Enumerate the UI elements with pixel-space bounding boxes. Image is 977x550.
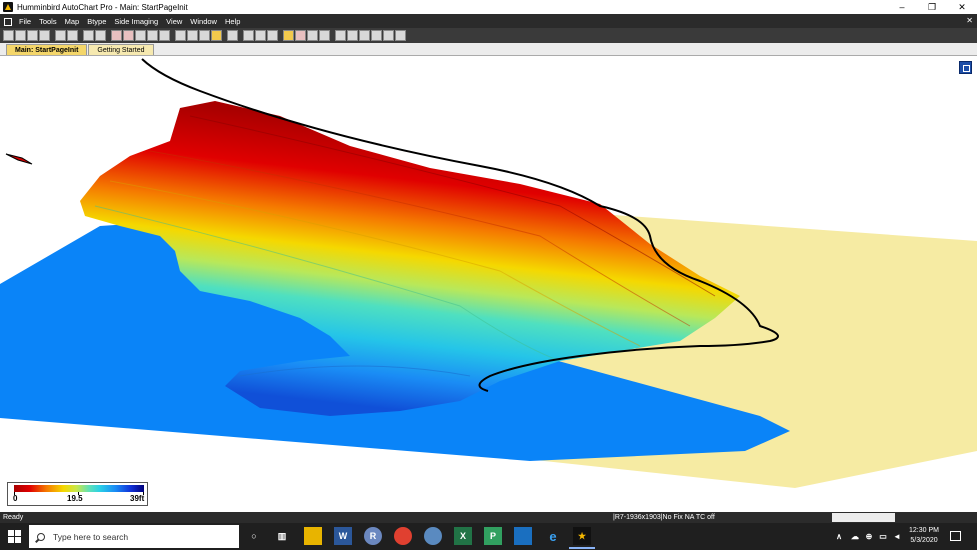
legend-max-label: 39ft	[130, 494, 145, 503]
track2-icon[interactable]	[123, 30, 134, 41]
menu-file[interactable]: File	[15, 17, 35, 26]
edge-icon[interactable]: e	[544, 527, 562, 545]
circle2-icon[interactable]	[187, 30, 198, 41]
eraser-icon[interactable]	[395, 30, 406, 41]
tab-getting-started[interactable]: Getting Started	[88, 44, 154, 55]
tab-main-startpageinit[interactable]: Main: StartPageInit	[6, 44, 88, 55]
depth-surface-render[interactable]	[0, 56, 977, 512]
search-text: Type here to search	[53, 531, 129, 542]
taskbar-search-box[interactable]: Type here to search	[29, 525, 239, 548]
status-progress-bar	[832, 513, 895, 522]
grid-icon[interactable]	[335, 30, 346, 41]
boat-icon[interactable]	[359, 30, 370, 41]
toolbar	[0, 28, 977, 43]
project-icon[interactable]: P	[484, 527, 502, 545]
house-icon[interactable]	[347, 30, 358, 41]
map-3d-view[interactable]: 0 19.5 39ft	[0, 56, 977, 512]
doc-icon[interactable]	[227, 30, 238, 41]
zoom-in-icon[interactable]	[55, 30, 66, 41]
document-close-icon[interactable]: ✕	[966, 16, 973, 25]
system-menu-icon[interactable]	[3, 17, 12, 26]
legend-mid-label: 19.5	[67, 494, 83, 503]
layers2-icon[interactable]	[383, 30, 394, 41]
menu-map[interactable]: Map	[61, 17, 84, 26]
boat-marker-icon[interactable]	[5, 153, 33, 165]
task-view-icon[interactable]: ▥	[273, 527, 291, 545]
window-title: Humminbird AutoChart Pro - Main: StartPa…	[17, 2, 188, 12]
menu-bar: File Tools Map Btype Side Imaging View W…	[0, 14, 977, 28]
r-icon[interactable]: R	[364, 527, 382, 545]
marker-icon[interactable]	[307, 30, 318, 41]
print-icon[interactable]	[39, 30, 50, 41]
photos-icon[interactable]	[514, 527, 532, 545]
title-bar: Humminbird AutoChart Pro - Main: StartPa…	[0, 0, 977, 14]
notification-icon[interactable]	[950, 531, 961, 541]
page-icon[interactable]	[83, 30, 94, 41]
close-button[interactable]: ✕	[947, 0, 977, 14]
windows-taskbar: Type here to search ○ ▥ W R X P e ★ ∧ ☁ …	[0, 523, 977, 550]
menu-window[interactable]: Window	[186, 17, 221, 26]
word-icon[interactable]: W	[334, 527, 352, 545]
search-icon	[37, 532, 45, 541]
clock-date: 5/3/2020	[910, 537, 938, 544]
windows-start-icon[interactable]	[8, 530, 21, 543]
menu-view[interactable]: View	[162, 17, 186, 26]
status-info: |R7-1936x1903|No Fix NA TC off	[613, 514, 715, 521]
legend-min-label: 0	[13, 494, 18, 503]
open-icon[interactable]	[15, 30, 26, 41]
square-icon[interactable]	[199, 30, 210, 41]
status-ready: Ready	[3, 514, 24, 521]
color-icon[interactable]	[295, 30, 306, 41]
document-tabs: Main: StartPageInit Getting Started	[0, 43, 977, 56]
reset-view-icon[interactable]	[959, 61, 972, 74]
clock-time: 12:30 PM	[909, 527, 939, 534]
camera-icon[interactable]	[267, 30, 278, 41]
track-icon[interactable]	[111, 30, 122, 41]
cortana-icon[interactable]: ○	[245, 527, 263, 545]
zoom-out-icon[interactable]	[67, 30, 78, 41]
chrome-icon[interactable]	[394, 527, 412, 545]
track4-icon[interactable]	[147, 30, 158, 41]
menu-tools[interactable]: Tools	[35, 17, 61, 26]
gear-icon[interactable]	[243, 30, 254, 41]
menu-side-imaging[interactable]: Side Imaging	[110, 17, 162, 26]
chart-icon[interactable]	[283, 30, 294, 41]
ruler-icon[interactable]	[319, 30, 330, 41]
layers-icon[interactable]	[95, 30, 106, 41]
humminbird-app-icon	[3, 2, 13, 12]
circle-icon[interactable]	[175, 30, 186, 41]
status-bar: Ready |R7-1936x1903|No Fix NA TC off	[0, 512, 977, 523]
app-icon[interactable]	[424, 527, 442, 545]
excel-icon[interactable]: X	[454, 527, 472, 545]
file-explorer-icon[interactable]	[304, 527, 322, 545]
new-icon[interactable]	[3, 30, 14, 41]
volume-icon[interactable]: ◄	[888, 527, 906, 545]
track3-icon[interactable]	[135, 30, 146, 41]
maximize-button[interactable]: ❐	[917, 0, 947, 14]
pin-icon[interactable]	[255, 30, 266, 41]
depth-color-scale	[14, 485, 144, 492]
track5-icon[interactable]	[159, 30, 170, 41]
shade-icon[interactable]	[211, 30, 222, 41]
menu-help[interactable]: Help	[221, 17, 244, 26]
taskbar-clock[interactable]: 12:30 PM 5/3/2020	[905, 526, 943, 546]
minimize-button[interactable]: –	[887, 0, 917, 14]
depth-legend: 0 19.5 39ft	[7, 482, 148, 506]
autochart-icon[interactable]: ★	[569, 527, 595, 549]
cloud-icon[interactable]	[371, 30, 382, 41]
save-icon[interactable]	[27, 30, 38, 41]
menu-btype[interactable]: Btype	[83, 17, 110, 26]
